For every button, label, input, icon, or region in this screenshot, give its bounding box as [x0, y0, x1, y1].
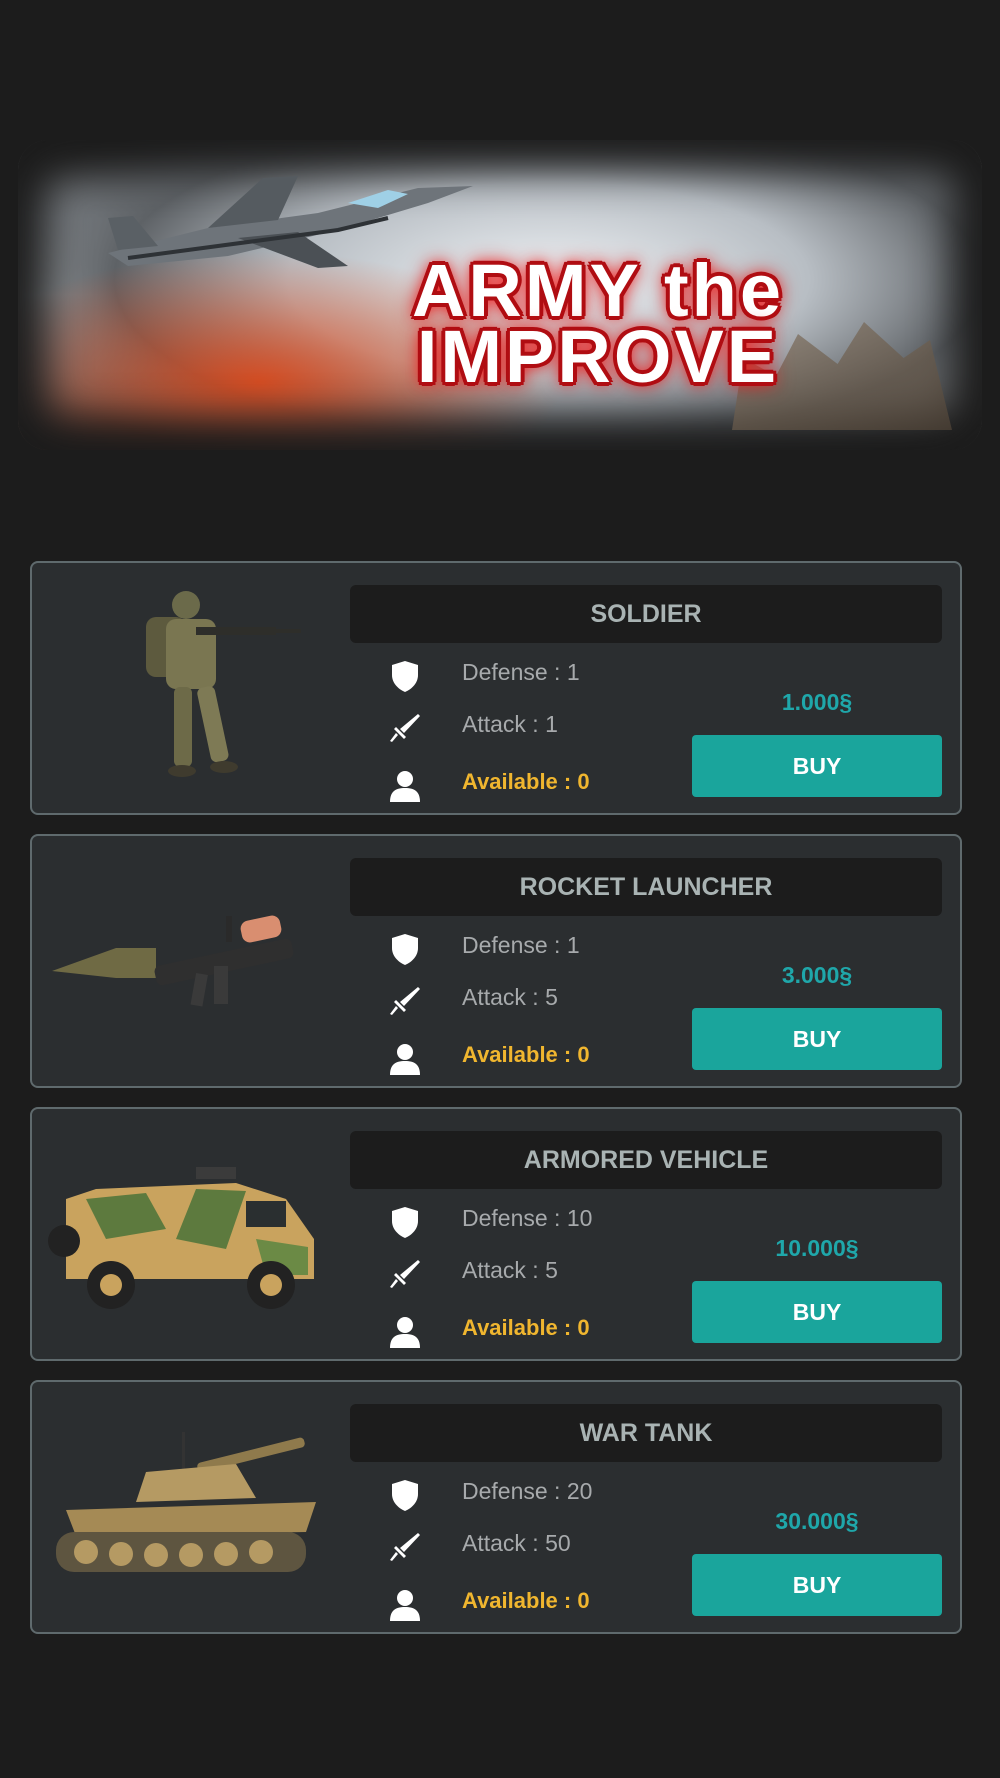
- attack-stat: Attack : 50: [462, 1530, 571, 1556]
- attack-stat: Attack : 5: [462, 1257, 558, 1283]
- buy-war-tank-button[interactable]: BUY: [692, 1554, 942, 1616]
- sword-icon: [390, 1533, 420, 1561]
- buy-armored-vehicle-button[interactable]: BUY: [692, 1281, 942, 1343]
- armored-vehicle-image: [48, 1167, 314, 1309]
- user-icon: [390, 1590, 420, 1621]
- available-count: Available : 0: [462, 1588, 590, 1613]
- shield-icon: [392, 1207, 418, 1238]
- attack-stat: Attack : 5: [462, 984, 558, 1010]
- sword-icon: [390, 987, 420, 1015]
- shield-icon: [392, 661, 418, 692]
- rocket-launcher-image: [52, 915, 294, 1007]
- unit-price: 3.000§: [781, 962, 853, 988]
- unit-name: ARMORED VEHICLE: [350, 1131, 942, 1189]
- unit-price: 30.000§: [775, 1508, 859, 1534]
- unit-card-rocket-launcher: ROCKET LAUNCHER Defense : 1 Attack : 5 A…: [30, 834, 962, 1088]
- available-count: Available : 0: [462, 1042, 590, 1067]
- game-title-line-2: IMPROVE: [416, 315, 780, 398]
- unit-card-armored-vehicle: ARMORED VEHICLE Defense : 10 Attack : 5 …: [30, 1107, 962, 1361]
- buy-rocket-launcher-button[interactable]: BUY: [692, 1008, 942, 1070]
- unit-name: WAR TANK: [350, 1404, 942, 1462]
- defense-stat: Defense : 1: [462, 659, 580, 685]
- unit-price: 1.000§: [781, 689, 853, 715]
- defense-stat: Defense : 20: [462, 1478, 593, 1504]
- user-icon: [390, 771, 420, 802]
- unit-card-soldier: SOLDIER Defense : 1 Attack : 1 Available…: [30, 561, 962, 815]
- sword-icon: [390, 1260, 420, 1288]
- buy-soldier-button[interactable]: BUY: [692, 735, 942, 797]
- user-icon: [390, 1317, 420, 1348]
- defense-stat: Defense : 10: [462, 1205, 593, 1231]
- unit-name: SOLDIER: [350, 585, 942, 643]
- shield-icon: [392, 934, 418, 965]
- unit-card-war-tank: WAR TANK Defense : 20 Attack : 50 Availa…: [30, 1380, 962, 1634]
- unit-price: 10.000§: [775, 1235, 859, 1261]
- attack-stat: Attack : 1: [462, 711, 558, 737]
- available-count: Available : 0: [462, 769, 590, 794]
- available-count: Available : 0: [462, 1315, 590, 1340]
- defense-stat: Defense : 1: [462, 932, 580, 958]
- war-tank-image: [56, 1432, 316, 1572]
- header-banner: ARMY the IMPROVE: [18, 140, 982, 450]
- sword-icon: [390, 714, 420, 742]
- user-icon: [390, 1044, 420, 1075]
- unit-name: ROCKET LAUNCHER: [350, 858, 942, 916]
- shield-icon: [392, 1480, 418, 1511]
- soldier-image: [146, 591, 301, 777]
- game-title: ARMY the IMPROVE: [278, 254, 918, 398]
